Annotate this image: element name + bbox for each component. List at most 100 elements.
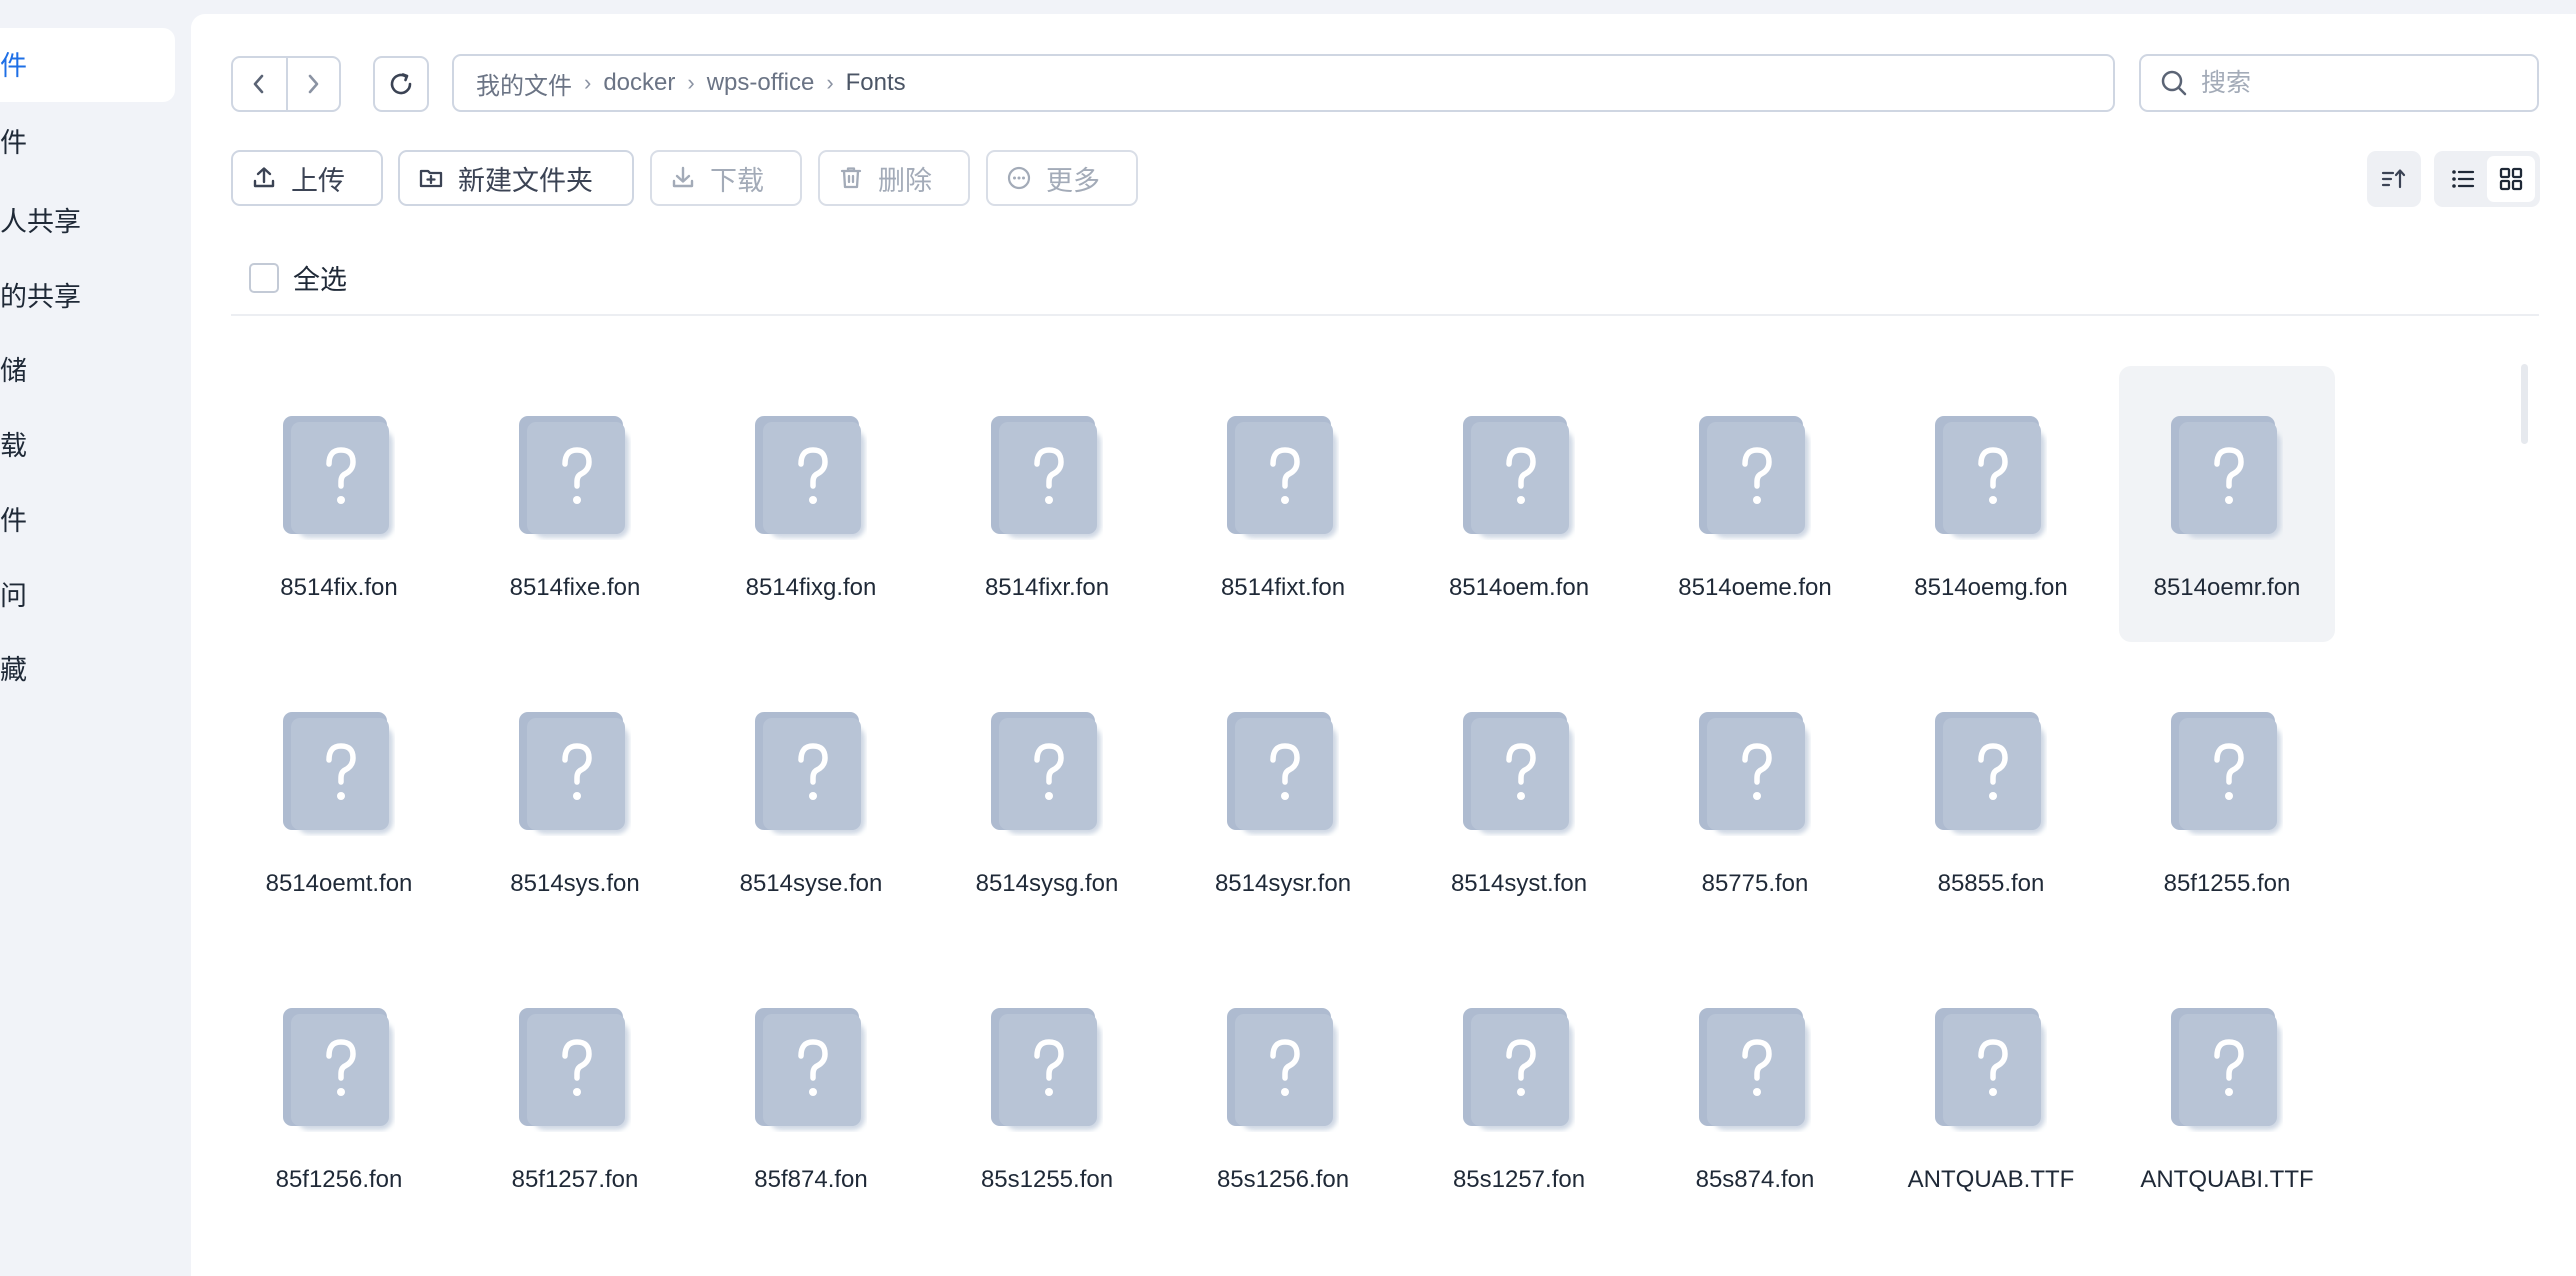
unknown-file-icon — [1699, 712, 1811, 836]
select-all[interactable]: 全选 — [249, 258, 347, 297]
file-item[interactable]: 8514oemg.fon — [1883, 366, 2099, 642]
upload-button[interactable]: 上传 — [231, 150, 383, 206]
file-name: 85f1255.fon — [2163, 870, 2291, 897]
sidebar-item-6[interactable]: 件 — [0, 501, 27, 541]
file-item[interactable]: ANTQUABI.TTF — [2119, 958, 2335, 1234]
sidebar-item-1[interactable]: 件 — [0, 123, 27, 163]
unknown-file-icon — [1227, 712, 1339, 836]
file-item[interactable]: 8514fixr.fon — [939, 366, 1155, 642]
file-item[interactable]: 8514oemt.fon — [231, 662, 447, 938]
file-item[interactable]: 85f874.fon — [703, 958, 919, 1234]
back-button[interactable] — [233, 58, 286, 110]
unknown-file-icon — [1699, 416, 1811, 540]
refresh-button[interactable] — [373, 56, 429, 112]
more-icon — [1006, 165, 1032, 191]
chevron-right-icon — [309, 74, 319, 94]
unknown-file-icon — [1699, 1008, 1811, 1132]
unknown-file-icon — [991, 1008, 1103, 1132]
unknown-file-icon — [755, 416, 867, 540]
upload-icon — [251, 165, 277, 191]
delete-label: 删除 — [878, 165, 932, 196]
sidebar: 件 件 人共享 的共享 储 载 件 问 藏 — [0, 0, 190, 1276]
breadcrumb-item-docker[interactable]: docker — [603, 69, 675, 97]
sidebar-item-8[interactable]: 藏 — [0, 650, 27, 690]
file-name: 8514oeme.fon — [1678, 574, 1832, 601]
file-name: ANTQUABI.TTF — [2140, 1166, 2314, 1193]
download-button[interactable]: 下载 — [650, 150, 802, 206]
search-input[interactable] — [2201, 68, 2521, 98]
upload-label: 上传 — [291, 165, 345, 196]
chevron-left-icon — [254, 74, 264, 94]
file-item[interactable]: 85f1255.fon — [2119, 662, 2335, 938]
file-item[interactable]: 85855.fon — [1883, 662, 2099, 938]
file-name: 85s1255.fon — [980, 1166, 1114, 1193]
breadcrumb-item-my-files[interactable]: 我的文件 — [476, 66, 572, 101]
new-folder-button[interactable]: 新建文件夹 — [398, 150, 634, 206]
file-name: 85s1257.fon — [1452, 1166, 1586, 1193]
breadcrumb: 我的文件 › docker › wps-office › Fonts — [452, 54, 2115, 112]
unknown-file-icon — [2171, 1008, 2283, 1132]
unknown-file-icon — [1463, 416, 1575, 540]
file-item[interactable]: 8514syse.fon — [703, 662, 919, 938]
file-name: 8514sysg.fon — [975, 870, 1119, 897]
forward-button[interactable] — [285, 58, 339, 110]
delete-button[interactable]: 删除 — [818, 150, 970, 206]
file-name: 85f1257.fon — [511, 1166, 639, 1193]
file-item[interactable]: 85f1257.fon — [467, 958, 683, 1234]
scrollbar[interactable] — [2521, 364, 2528, 444]
new-folder-icon — [418, 165, 444, 191]
file-name: 8514fixg.fon — [745, 574, 877, 601]
sidebar-item-4[interactable]: 储 — [0, 351, 27, 391]
sidebar-item-files[interactable]: 件 — [0, 46, 27, 86]
sidebar-item-2[interactable]: 人共享 — [0, 202, 81, 242]
file-item[interactable]: 8514fix.fon — [231, 366, 447, 642]
file-item[interactable]: 8514fixg.fon — [703, 366, 919, 642]
file-item[interactable]: 8514oeme.fon — [1647, 366, 1863, 642]
unknown-file-icon — [519, 1008, 631, 1132]
sidebar-item-5[interactable]: 载 — [0, 426, 27, 466]
file-item[interactable]: 8514sysr.fon — [1175, 662, 1391, 938]
unknown-file-icon — [2171, 416, 2283, 540]
file-item[interactable]: 85s1257.fon — [1411, 958, 1627, 1234]
file-item[interactable]: 8514syst.fon — [1411, 662, 1627, 938]
file-name: 8514syse.fon — [739, 870, 883, 897]
sidebar-item-3[interactable]: 的共享 — [0, 277, 81, 317]
breadcrumb-item-wps-office[interactable]: wps-office — [707, 69, 815, 97]
list-view-button[interactable] — [2439, 156, 2487, 202]
select-all-checkbox[interactable] — [249, 262, 279, 293]
sort-button[interactable] — [2367, 151, 2421, 207]
file-item[interactable]: 8514sysg.fon — [939, 662, 1155, 938]
file-item[interactable]: 85775.fon — [1647, 662, 1863, 938]
unknown-file-icon — [991, 712, 1103, 836]
file-item[interactable]: 85s874.fon — [1647, 958, 1863, 1234]
more-label: 更多 — [1046, 165, 1100, 196]
file-item[interactable]: 8514fixe.fon — [467, 366, 683, 642]
file-name: 8514fixt.fon — [1220, 574, 1346, 601]
breadcrumb-separator-icon: › — [826, 70, 834, 95]
history-nav — [231, 56, 341, 112]
file-item[interactable]: 85s1256.fon — [1175, 958, 1391, 1234]
select-all-label: 全选 — [293, 265, 347, 295]
file-item[interactable]: 8514oem.fon — [1411, 366, 1627, 642]
unknown-file-icon — [1227, 1008, 1339, 1132]
grid-view-icon — [2499, 167, 2523, 191]
file-item[interactable]: ANTQUAB.TTF — [1883, 958, 2099, 1234]
unknown-file-icon — [1463, 712, 1575, 836]
more-button[interactable]: 更多 — [986, 150, 1138, 206]
new-folder-label: 新建文件夹 — [458, 165, 593, 196]
file-name: 85f1256.fon — [275, 1166, 403, 1193]
file-item[interactable]: 8514sys.fon — [467, 662, 683, 938]
file-item[interactable]: 85s1255.fon — [939, 958, 1155, 1234]
file-name: 8514fix.fon — [280, 574, 398, 601]
unknown-file-icon — [1227, 416, 1339, 540]
search-box — [2139, 54, 2539, 112]
breadcrumb-separator-icon: › — [584, 70, 592, 95]
sidebar-item-7[interactable]: 问 — [0, 576, 27, 616]
breadcrumb-item-fonts: Fonts — [845, 69, 906, 96]
grid-view-button[interactable] — [2487, 156, 2535, 202]
file-item[interactable]: 8514fixt.fon — [1175, 366, 1391, 642]
refresh-icon — [390, 73, 412, 95]
file-item[interactable]: 85f1256.fon — [231, 958, 447, 1234]
file-item[interactable]: 8514oemr.fon — [2119, 366, 2335, 642]
unknown-file-icon — [755, 1008, 867, 1132]
